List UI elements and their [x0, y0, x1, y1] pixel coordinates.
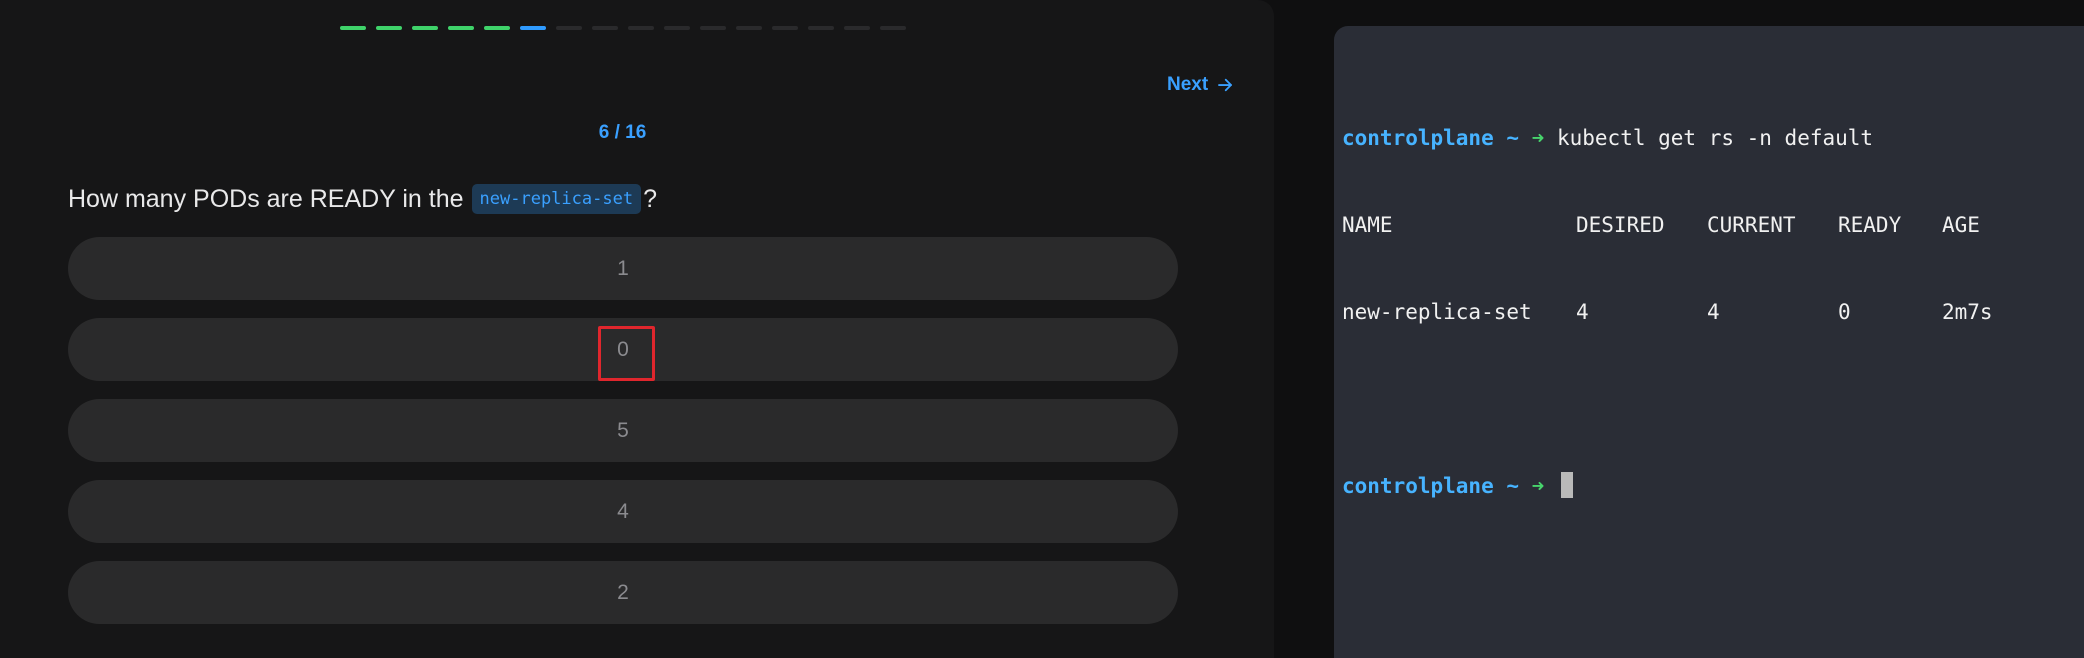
prompt-arrow-icon: ➜ — [1531, 474, 1545, 498]
cell-ready: 0 — [1838, 300, 1851, 324]
progress-segment — [664, 26, 690, 30]
progress-segment — [700, 26, 726, 30]
answer-option-label: 1 — [617, 256, 629, 280]
cell-current: 4 — [1707, 300, 1720, 324]
cell-age: 2m7s — [1942, 300, 1993, 324]
progress-segment — [412, 26, 438, 30]
progress-segment — [628, 26, 654, 30]
progress-segment — [772, 26, 798, 30]
answer-option[interactable]: 0 — [68, 318, 1178, 381]
header-current: CURRENT — [1707, 213, 1796, 237]
question-counter: 6 / 16 — [598, 122, 647, 143]
answer-options: 1 0 5 4 2 — [68, 237, 1178, 642]
answer-option[interactable]: 4 — [68, 480, 1178, 543]
answer-option-label: 0 — [617, 337, 629, 361]
progress-segment — [880, 26, 906, 30]
arrow-right-icon — [1218, 78, 1233, 92]
progress-segment — [556, 26, 582, 30]
progress-segment — [448, 26, 474, 30]
question-prefix: How many PODs are READY in the — [68, 184, 464, 213]
prompt-host: controlplane ~ — [1342, 474, 1520, 498]
progress-segment — [340, 26, 366, 30]
answer-option[interactable]: 1 — [68, 237, 1178, 300]
progress-segment — [376, 26, 402, 30]
terminal-table-row: new-replica-set 4 4 0 2m7s — [1342, 298, 2084, 327]
cell-desired: 4 — [1576, 300, 1589, 324]
progress-segment — [484, 26, 510, 30]
terminal-prompt-line: controlplane ~ ➜ — [1342, 472, 2084, 501]
answer-option-label: 4 — [617, 499, 629, 523]
progress-segment — [736, 26, 762, 30]
terminal-command: kubectl get rs -n default — [1556, 126, 1874, 150]
prompt-host: controlplane ~ — [1342, 126, 1520, 150]
progress-segment — [592, 26, 618, 30]
terminal-cursor — [1560, 472, 1573, 498]
progress-bar — [340, 26, 906, 30]
cell-name: new-replica-set — [1342, 300, 1532, 324]
next-button[interactable]: Next — [1167, 74, 1234, 96]
quiz-panel: Next 6 / 16 How many PODs are READY in t… — [0, 0, 1274, 658]
answer-option-label: 5 — [617, 418, 629, 442]
terminal-table-header: NAME DESIRED CURRENT READY AGE — [1342, 211, 2084, 240]
header-age: AGE — [1942, 213, 1980, 237]
progress-segment — [520, 26, 546, 30]
progress-segment — [844, 26, 870, 30]
question-code: new-replica-set — [471, 184, 642, 214]
progress-segment — [808, 26, 834, 30]
header-name: NAME — [1342, 213, 1393, 237]
prompt-arrow-icon: ➜ — [1531, 126, 1545, 150]
terminal[interactable]: controlplane ~ ➜ kubectl get rs -n defau… — [1334, 26, 2084, 658]
answer-option[interactable]: 2 — [68, 561, 1178, 624]
header-ready: READY — [1838, 213, 1902, 237]
question-suffix: ? — [643, 184, 657, 213]
next-button-label: Next — [1167, 74, 1209, 95]
terminal-command-line: controlplane ~ ➜ kubectl get rs -n defau… — [1342, 124, 2084, 153]
header-desired: DESIRED — [1576, 213, 1665, 237]
answer-option-label: 2 — [617, 580, 629, 604]
question-text: How many PODs are READY in the new-repli… — [68, 184, 657, 214]
answer-option[interactable]: 5 — [68, 399, 1178, 462]
